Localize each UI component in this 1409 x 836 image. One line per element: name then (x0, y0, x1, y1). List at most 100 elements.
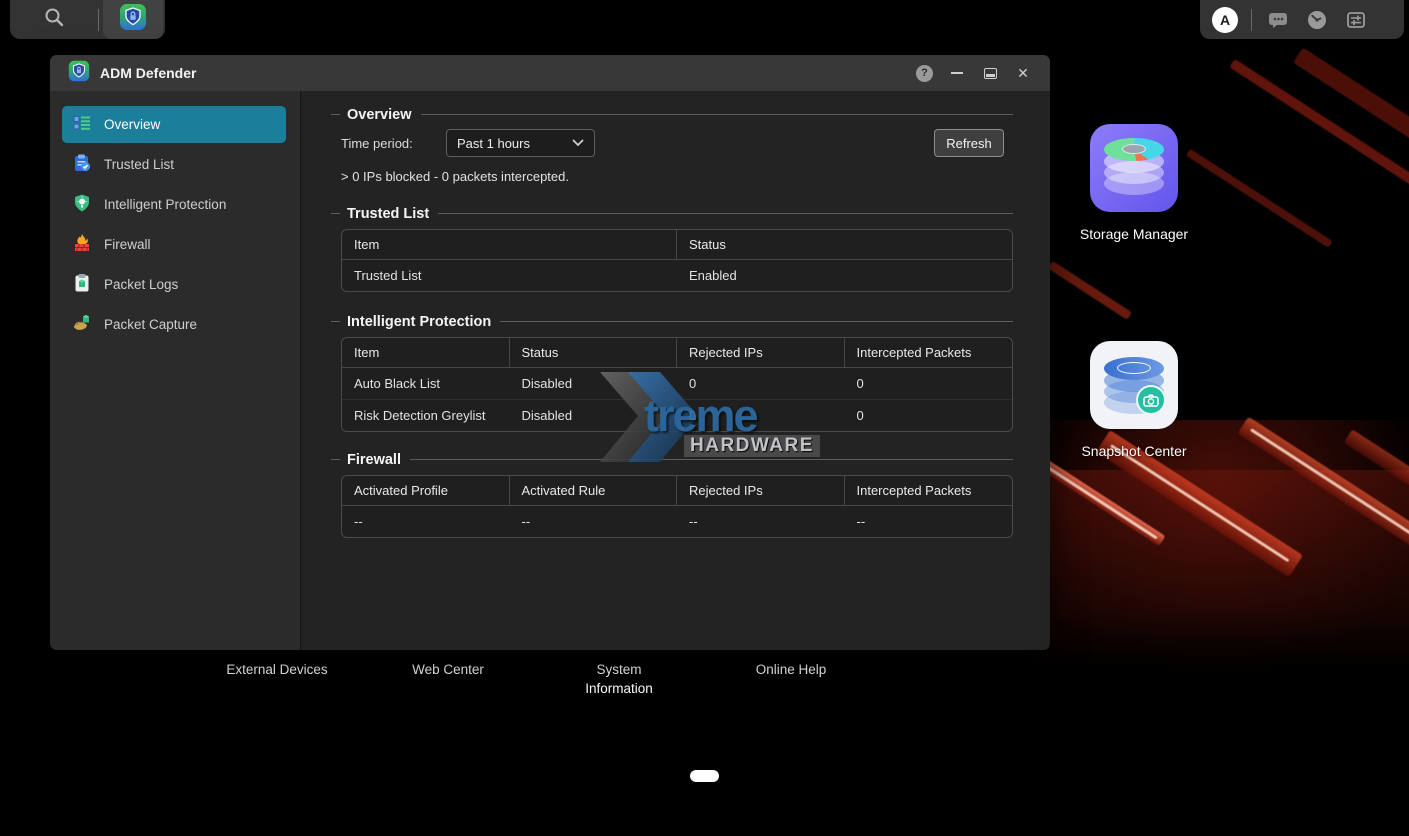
cell-status: Enabled (677, 260, 1012, 291)
column-header: Item (342, 338, 510, 368)
table-header-row: Item Status Rejected IPs Intercepted Pac… (342, 338, 1012, 368)
cell-intercepted-packets: -- (845, 506, 1013, 537)
desktop-screen: A ADM Defender ? ✕ (0, 0, 1409, 836)
user-avatar[interactable]: A (1212, 7, 1238, 33)
table-header-row: Item Status (342, 230, 1012, 260)
section-title-overview: Overview (331, 107, 1013, 122)
intelligent-protection-icon (72, 193, 92, 216)
sidebar-item-label: Firewall (104, 237, 151, 252)
section-title-intelligent-protection: Intelligent Protection (331, 314, 1013, 329)
packet-logs-icon (72, 273, 92, 296)
sidebar-item-firewall[interactable]: Firewall (62, 226, 286, 263)
desktop-icon-web-center[interactable]: Web Center (378, 660, 518, 679)
sidebar-item-label: Intelligent Protection (104, 197, 226, 212)
column-header: Intercepted Packets (845, 338, 1013, 368)
refresh-button[interactable]: Refresh (934, 129, 1004, 157)
chevron-down-icon (572, 139, 584, 147)
gauge-icon[interactable] (1304, 7, 1330, 33)
firewall-icon (72, 233, 92, 256)
column-header: Activated Rule (510, 476, 678, 506)
minimize-icon[interactable] (948, 64, 966, 82)
time-period-label: Time period: (341, 136, 446, 151)
cell-activated-rule: -- (510, 506, 678, 537)
wallpaper-beam (1186, 149, 1333, 248)
shortcut-label: Storage Manager (1074, 226, 1194, 242)
sidebar: Overview Trusted List Intelligent Protec… (50, 91, 301, 650)
time-period-value: Past 1 hours (457, 136, 530, 151)
preferences-icon[interactable] (1343, 7, 1369, 33)
table-row: Risk Detection Greylist Disabled 0 0 (342, 399, 1012, 431)
firewall-table: Activated Profile Activated Rule Rejecte… (341, 475, 1013, 538)
trusted-list-icon (72, 153, 92, 176)
table-header-row: Activated Profile Activated Rule Rejecte… (342, 476, 1012, 506)
cell-item: Trusted List (342, 260, 677, 291)
taskbar-left (10, 0, 165, 39)
help-icon[interactable]: ? (916, 65, 933, 82)
sidebar-item-overview[interactable]: Overview (62, 106, 286, 143)
intelligent-protection-table: Item Status Rejected IPs Intercepted Pac… (341, 337, 1013, 432)
time-period-select[interactable]: Past 1 hours (446, 129, 595, 157)
overview-icon (72, 113, 92, 136)
table-row: Auto Black List Disabled 0 0 (342, 368, 1012, 399)
sidebar-item-packet-capture[interactable]: Packet Capture (62, 306, 286, 343)
column-header: Intercepted Packets (845, 476, 1013, 506)
column-header: Activated Profile (342, 476, 510, 506)
storage-manager-icon (1090, 124, 1178, 212)
shortcut-label: Snapshot Center (1074, 443, 1194, 459)
desktop-icon-system-information[interactable]: System Information (569, 660, 669, 698)
column-header: Item (342, 230, 677, 260)
taskbar-right: A (1200, 0, 1404, 39)
adm-defender-app-icon (68, 60, 90, 87)
table-row: Trusted List Enabled (342, 260, 1012, 291)
adm-defender-app-icon (119, 3, 147, 36)
overview-summary: > 0 IPs blocked - 0 packets intercepted. (341, 169, 1013, 184)
cell-activated-profile: -- (342, 506, 510, 537)
column-header: Status (510, 338, 678, 368)
window-titlebar[interactable]: ADM Defender ? ✕ (50, 55, 1050, 91)
window-title: ADM Defender (100, 65, 196, 81)
taskbar-handle-pill[interactable] (690, 770, 719, 782)
section-title-firewall: Firewall (331, 452, 1013, 467)
cell-intercepted-packets: 0 (845, 399, 1013, 431)
snapshot-center-icon (1090, 341, 1178, 429)
wallpaper-beam (1229, 59, 1409, 209)
sidebar-item-label: Trusted List (104, 157, 174, 172)
cell-status: Disabled (510, 368, 678, 399)
cell-intercepted-packets: 0 (845, 368, 1013, 399)
cell-rejected-ips: 0 (677, 368, 845, 399)
main-content: Overview Time period: Past 1 hours Refre… (301, 91, 1050, 650)
window-controls: ? ✕ (916, 64, 1032, 82)
shortcut-snapshot-center[interactable]: Snapshot Center (1074, 341, 1194, 459)
camera-icon (1136, 385, 1166, 415)
cell-status: Disabled (510, 399, 678, 431)
column-header: Rejected IPs (677, 476, 845, 506)
sidebar-item-label: Packet Capture (104, 317, 197, 332)
adm-defender-window: ADM Defender ? ✕ Overview Trusted List (50, 55, 1050, 650)
sidebar-item-intelligent-protection[interactable]: Intelligent Protection (62, 186, 286, 223)
taskbar-divider (98, 9, 99, 31)
restore-icon[interactable] (981, 64, 999, 82)
chat-icon[interactable] (1265, 7, 1291, 33)
search-icon (43, 6, 65, 33)
close-icon[interactable]: ✕ (1014, 64, 1032, 82)
shortcut-storage-manager[interactable]: Storage Manager (1074, 124, 1194, 242)
column-header: Status (677, 230, 1012, 260)
packet-capture-icon (72, 313, 92, 336)
desktop-icon-online-help[interactable]: Online Help (721, 660, 861, 679)
cell-item: Auto Black List (342, 368, 510, 399)
section-title-trusted-list: Trusted List (331, 206, 1013, 221)
sidebar-item-label: Overview (104, 117, 160, 132)
sidebar-item-label: Packet Logs (104, 277, 178, 292)
taskbar-divider (1251, 9, 1252, 31)
cell-rejected-ips: -- (677, 506, 845, 537)
wallpaper-beam (1048, 261, 1133, 320)
sidebar-item-packet-logs[interactable]: Packet Logs (62, 266, 286, 303)
sidebar-item-trusted-list[interactable]: Trusted List (62, 146, 286, 183)
search-button[interactable] (10, 0, 98, 39)
cell-rejected-ips: 0 (677, 399, 845, 431)
cell-item: Risk Detection Greylist (342, 399, 510, 431)
table-row: -- -- -- -- (342, 506, 1012, 537)
trusted-list-table: Item Status Trusted List Enabled (341, 229, 1013, 292)
desktop-icon-external-devices[interactable]: External Devices (207, 660, 347, 679)
taskbar-adm-defender-button[interactable] (103, 0, 163, 39)
